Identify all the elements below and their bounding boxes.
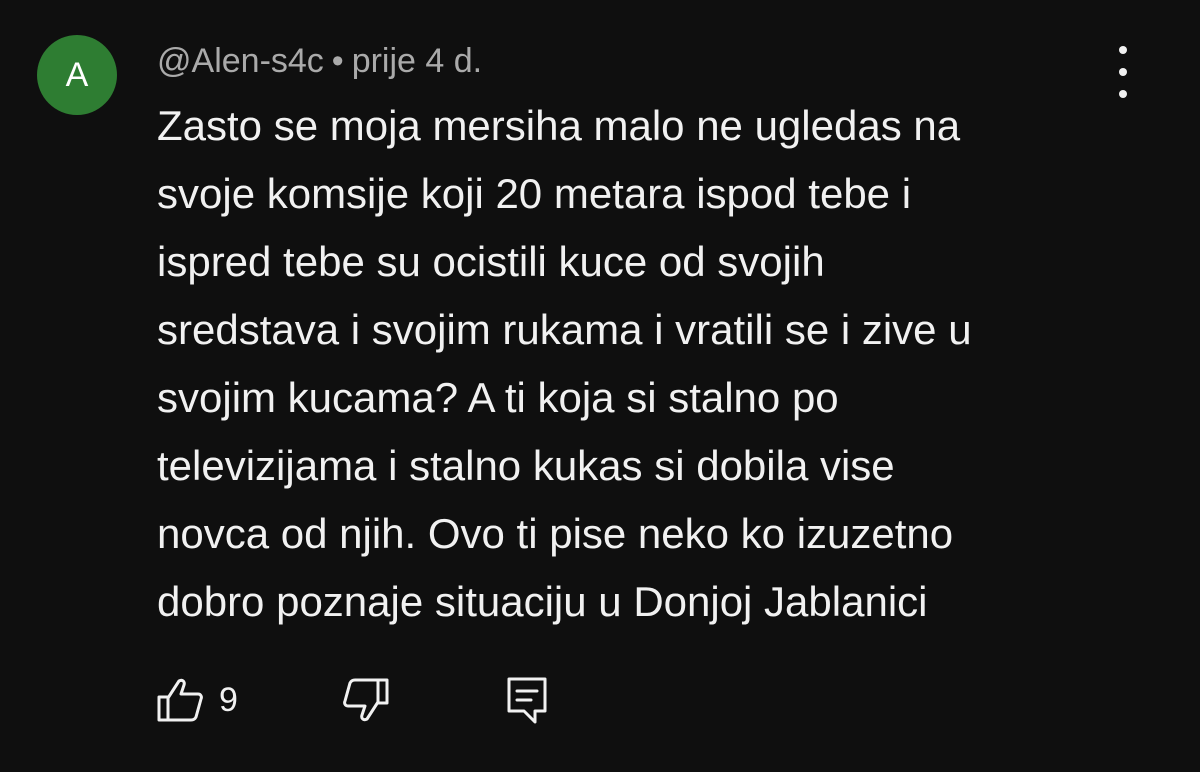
dislike-button[interactable] (341, 672, 391, 728)
menu-dot (1119, 68, 1127, 76)
comment-text-line: televizijama i stalno kukas si dobila vi… (157, 442, 895, 489)
like-count: 9 (219, 680, 238, 719)
comment-text-line: svoje komsije koji 20 metara ispod tebe … (157, 170, 912, 217)
comment-text-line: svojim kucama? A ti koja si stalno po (157, 374, 839, 421)
reply-button[interactable] (505, 672, 549, 728)
comment-item: A @Alen-s4c • prije 4 d. Zasto se moja mer… (0, 0, 1200, 772)
author-handle[interactable]: @Alen-s4c (157, 42, 324, 80)
comment-actions: 9 (155, 672, 575, 728)
comment-time: prije 4 d. (351, 42, 483, 80)
comment-reply-icon (507, 677, 547, 724)
comment-text: Zasto se moja mersiha malo ne ugledas na… (157, 92, 1167, 636)
more-vertical-icon[interactable] (1100, 46, 1146, 98)
comment-text-line: Zasto se moja mersiha malo ne ugledas na (157, 102, 961, 149)
comment-text-line: novca od njih. Ovo ti pise neko ko izuze… (157, 510, 954, 557)
comment-meta: @Alen-s4c • prije 4 d. (157, 38, 482, 84)
avatar[interactable]: A (37, 35, 117, 115)
comment-text-line: sredstava i svojim rukama i vratili se i… (157, 306, 972, 353)
like-button[interactable]: 9 (155, 672, 238, 728)
thumb-down-icon (343, 678, 389, 722)
menu-dot (1119, 46, 1127, 54)
avatar-letter: A (65, 55, 89, 94)
comment-text-line: dobro poznaje situaciju u Donjoj Jablani… (157, 578, 928, 625)
thumb-up-icon (157, 678, 203, 722)
comment-text-line: ispred tebe su ocistili kuce od svojih (157, 238, 825, 285)
meta-separator: • (331, 42, 344, 80)
